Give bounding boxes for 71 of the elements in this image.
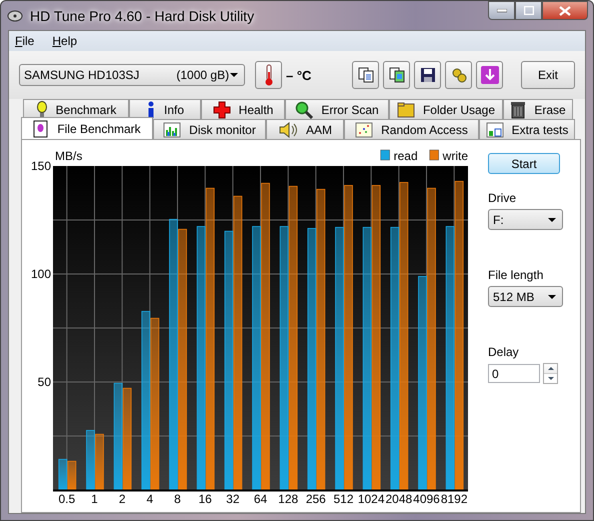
axis-label: 150 bbox=[30, 159, 51, 173]
axis-label: 64 bbox=[254, 492, 268, 504]
axis-label: 32 bbox=[226, 492, 240, 504]
copy-image-icon bbox=[388, 67, 404, 83]
axis-label: 4 bbox=[146, 492, 154, 504]
trash-icon bbox=[510, 100, 526, 118]
axis-label: 512 bbox=[333, 492, 354, 504]
scatter-icon bbox=[355, 122, 374, 138]
maximize-icon bbox=[524, 6, 534, 15]
save-button[interactable] bbox=[414, 61, 441, 89]
axis-label: 100 bbox=[30, 267, 51, 281]
tab[interactable]: Info bbox=[129, 99, 201, 119]
menu-item[interactable]: File bbox=[15, 34, 34, 48]
file-length-dropdown[interactable]: 512 MB bbox=[488, 286, 563, 307]
axis-label: 8192 bbox=[440, 492, 468, 504]
tab[interactable]: AAM bbox=[266, 119, 344, 139]
axis-label: 4096 bbox=[413, 492, 440, 504]
start-button[interactable]: Start bbox=[488, 153, 560, 174]
axis-label: 2048 bbox=[385, 492, 412, 504]
thermometer-icon bbox=[264, 64, 274, 86]
copy-icon bbox=[358, 67, 374, 83]
temperature-reading: – °C bbox=[286, 68, 312, 82]
bulb-icon bbox=[36, 100, 48, 118]
exit-button[interactable]: Exit bbox=[521, 61, 575, 89]
copy-button[interactable] bbox=[352, 61, 379, 89]
tab[interactable]: Benchmark bbox=[23, 99, 129, 119]
tab[interactable]: Extra tests bbox=[479, 119, 575, 139]
cross-icon bbox=[212, 100, 231, 118]
tab[interactable]: Folder Usage bbox=[389, 99, 503, 119]
temperature-button[interactable] bbox=[255, 61, 282, 89]
folder-icon bbox=[396, 102, 415, 118]
axis-label: 16 bbox=[198, 492, 212, 504]
axis-title: MB/s bbox=[55, 149, 82, 163]
axis-label: 2 bbox=[118, 492, 126, 504]
axis-label: 256 bbox=[306, 492, 326, 504]
disk-icon bbox=[7, 8, 23, 22]
axis-label: 1 bbox=[91, 492, 98, 504]
copy-screenshot-button[interactable] bbox=[383, 61, 410, 89]
legend-label: read bbox=[394, 149, 418, 163]
options-button[interactable] bbox=[445, 61, 472, 89]
minimize-button[interactable] bbox=[488, 1, 515, 20]
tab[interactable]: Erase bbox=[503, 99, 573, 119]
close-icon bbox=[559, 6, 571, 16]
coins-icon bbox=[450, 67, 466, 83]
delay-label: Delay bbox=[488, 345, 519, 359]
window-title: HD Tune Pro 4.60 - Hard Disk Utility bbox=[30, 8, 254, 24]
maximize-button[interactable] bbox=[515, 1, 542, 20]
axis-label: 0.5 bbox=[58, 492, 76, 504]
axis-label: 8 bbox=[174, 492, 181, 504]
drive-dropdown[interactable]: F: bbox=[488, 209, 563, 230]
drive-label: Drive bbox=[488, 191, 516, 205]
file-length-label: File length bbox=[488, 268, 544, 282]
tab[interactable]: Random Access bbox=[344, 119, 479, 139]
menu-item[interactable]: Help bbox=[52, 34, 78, 48]
close-button[interactable] bbox=[542, 1, 588, 20]
info-icon bbox=[146, 100, 156, 118]
axis-label: 1024 bbox=[358, 492, 385, 504]
tab[interactable]: File Benchmark bbox=[21, 117, 153, 139]
download-button[interactable] bbox=[476, 61, 503, 89]
drive-dropdown[interactable]: SAMSUNG HD103SJ (1000 gB) bbox=[19, 64, 245, 86]
tab[interactable]: Health bbox=[201, 99, 285, 119]
legend-label: write bbox=[442, 149, 468, 163]
spin-buttons[interactable] bbox=[543, 363, 558, 384]
magnifier-icon bbox=[295, 100, 314, 118]
axis-label: 128 bbox=[278, 492, 298, 504]
tab[interactable]: Disk monitor bbox=[153, 119, 266, 139]
tab[interactable]: Error Scan bbox=[285, 99, 389, 119]
axis-label: 50 bbox=[38, 375, 51, 389]
minimize-icon bbox=[496, 8, 506, 12]
delay-field[interactable]: 0 bbox=[488, 364, 540, 383]
speaker-icon bbox=[278, 122, 298, 138]
